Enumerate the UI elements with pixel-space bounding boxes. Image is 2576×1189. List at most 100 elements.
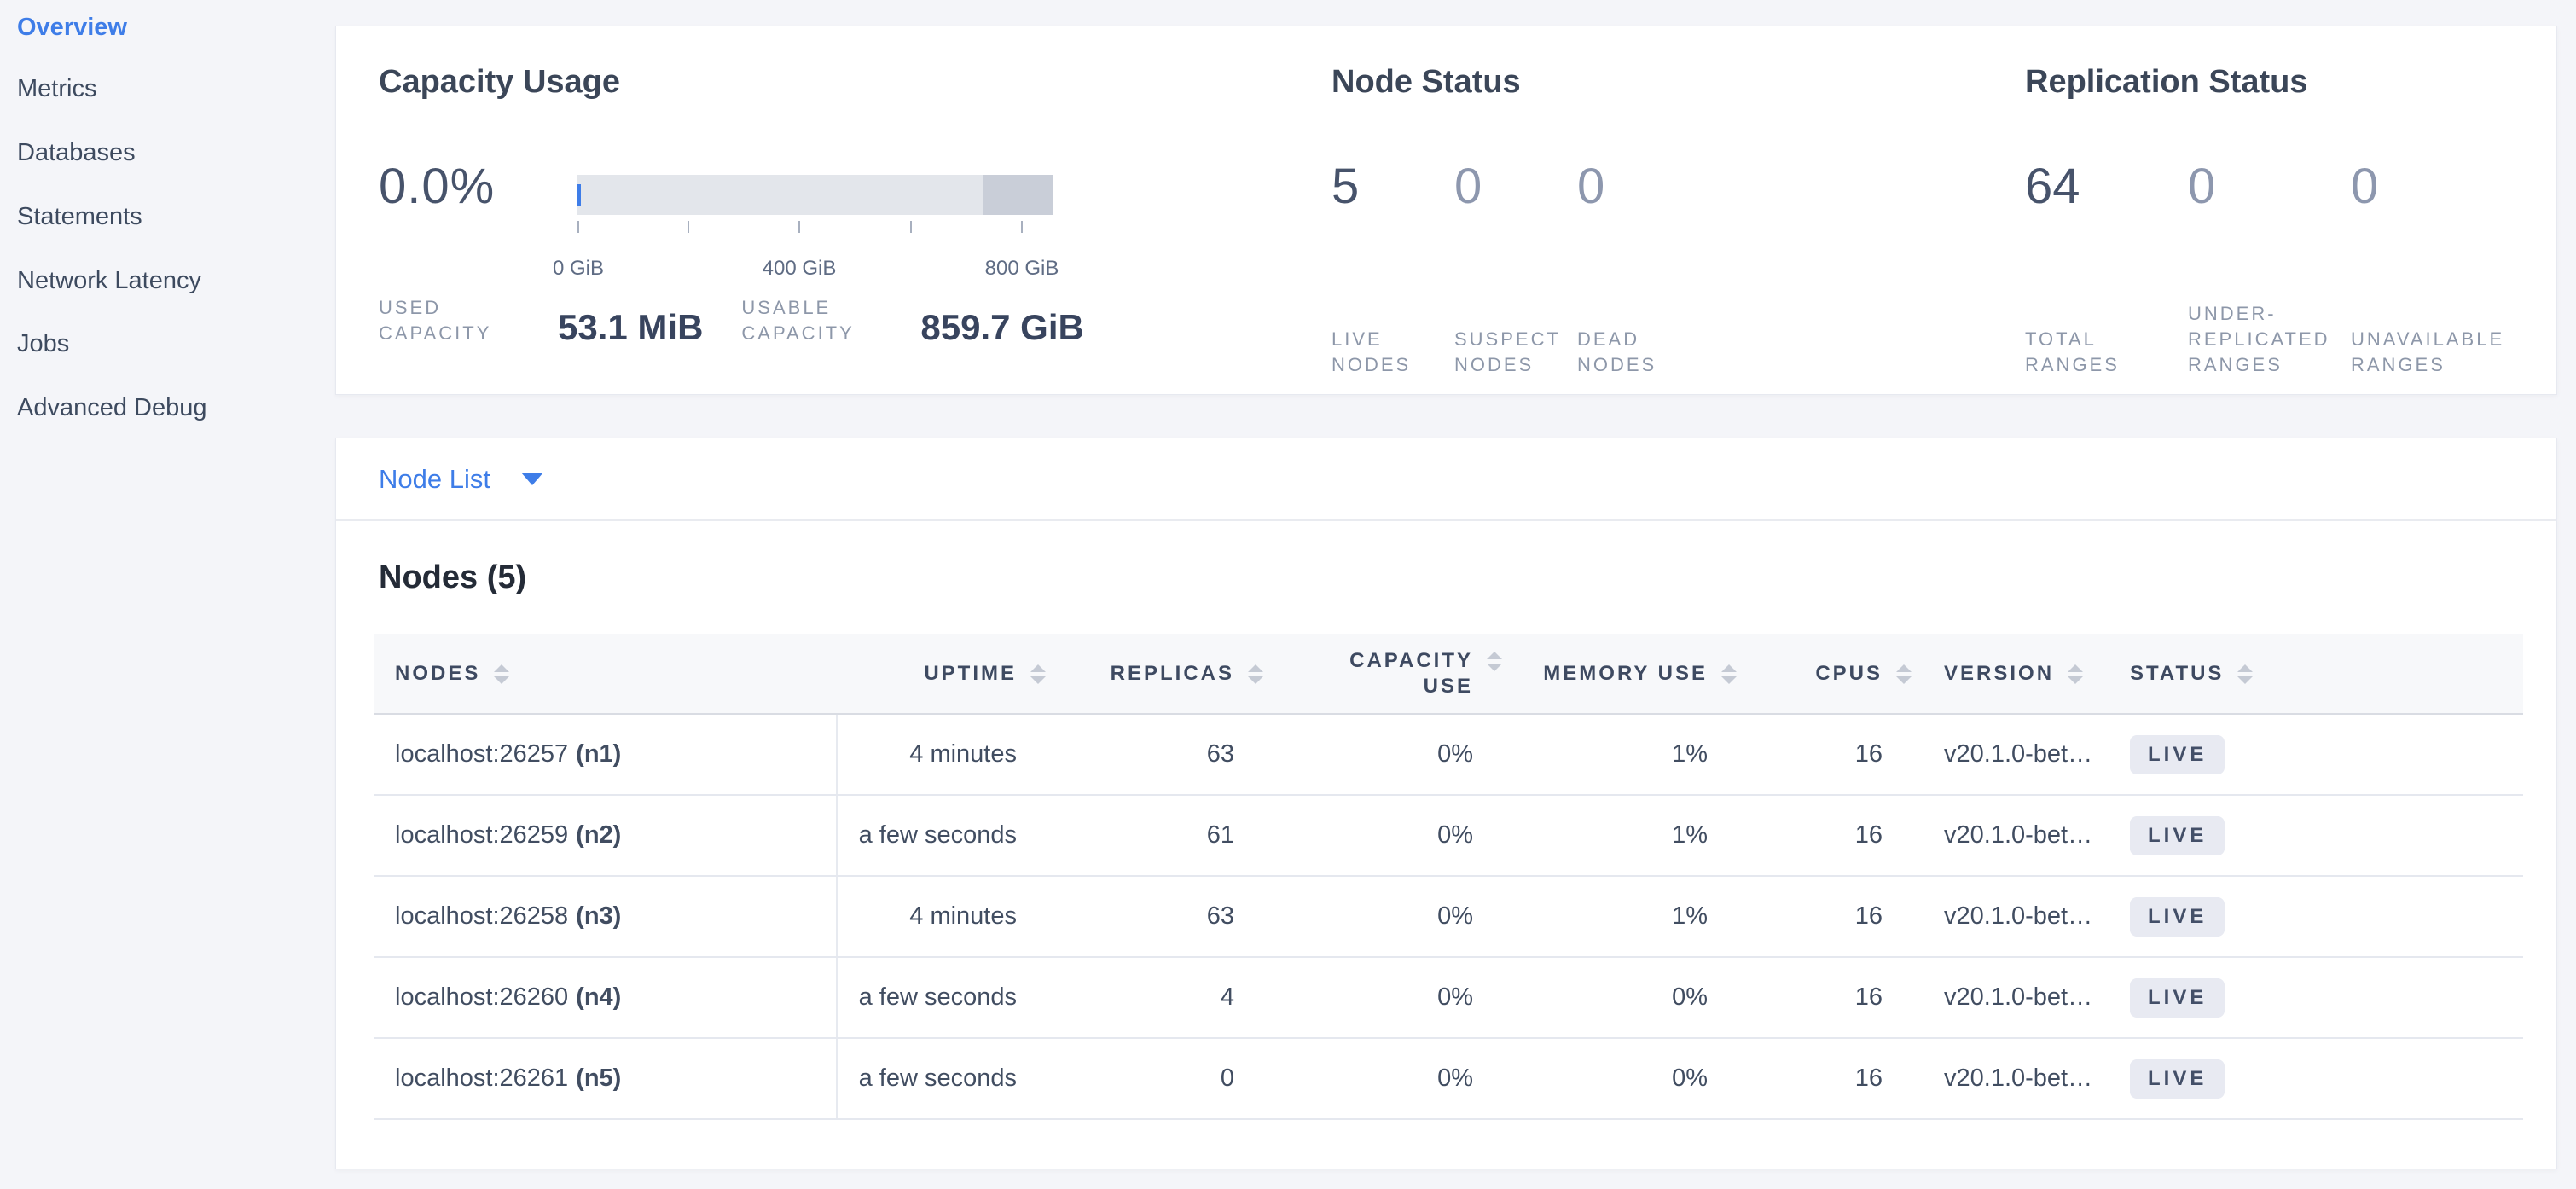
node-id: (n3) <box>576 902 621 930</box>
nodes-table-title: Nodes (5) <box>379 560 526 596</box>
column-label: REPLICAS <box>1111 662 1234 685</box>
capacity-use-cell: 0% <box>1263 1038 1502 1119</box>
capacity-use-cell: 0% <box>1263 957 1502 1038</box>
suspect-nodes-label: SUSPECT NODES <box>1454 327 1577 378</box>
sidebar-item-metrics[interactable]: Metrics <box>17 68 96 109</box>
column-label: NODES <box>395 662 480 685</box>
node-address-link[interactable]: localhost:26261 <box>395 1064 568 1092</box>
column-header-capacity-use[interactable]: CAPACITY USE <box>1263 634 1502 714</box>
view-selector-label: Node List <box>379 464 490 495</box>
uptime-cell: a few seconds <box>837 1038 1046 1119</box>
total-ranges-value: 64 <box>2025 160 2188 214</box>
sidebar-item-network-latency[interactable]: Network Latency <box>17 260 201 301</box>
sort-icon <box>2237 664 2253 684</box>
column-label: CPUS <box>1815 662 1883 685</box>
gauge-tick <box>910 221 912 233</box>
gauge-tick-label: 400 GiB <box>763 257 837 281</box>
used-capacity-label: USED CAPACITY <box>379 295 532 346</box>
node-address-link[interactable]: localhost:26259 <box>395 821 568 849</box>
dead-nodes-stat: 0 DEAD NODES <box>1577 160 1700 378</box>
memory-use-cell: 1% <box>1502 714 1737 795</box>
view-selector-bar: Node List <box>336 438 2556 521</box>
capacity-usage-title: Capacity Usage <box>379 62 620 102</box>
column-header-status[interactable]: STATUS <box>2108 634 2523 714</box>
table-row: localhost:26258(n3) 4 minutes 63 0% 1% 1… <box>374 876 2523 957</box>
unavailable-ranges-label: UNAVAILABLE RANGES <box>2351 327 2514 378</box>
under-replicated-ranges-stat: 0 UNDER- REPLICATED RANGES <box>2188 160 2351 378</box>
node-status-title: Node Status <box>1332 62 1521 102</box>
node-list-card: Node List Nodes (5) NODES UPTIME <box>335 438 2557 1169</box>
under-replicated-ranges-value: 0 <box>2188 160 2351 214</box>
column-header-memory-use[interactable]: MEMORY USE <box>1502 634 1737 714</box>
replicas-cell: 0 <box>1046 1038 1263 1119</box>
gauge-tick <box>577 221 579 233</box>
dead-nodes-value: 0 <box>1577 160 1700 214</box>
capacity-details: USED CAPACITY 53.1 MiB USABLE CAPACITY 8… <box>379 295 1084 346</box>
column-label: UPTIME <box>924 662 1017 685</box>
table-row: localhost:26257(n1) 4 minutes 63 0% 1% 1… <box>374 714 2523 795</box>
nodes-table: NODES UPTIME REPLICAS CAPACITY USE MEMOR… <box>374 634 2523 1120</box>
uptime-cell: 4 minutes <box>837 714 1046 795</box>
column-header-nodes[interactable]: NODES <box>374 634 837 714</box>
capacity-gauge-reserved-segment <box>983 175 1053 215</box>
suspect-nodes-value: 0 <box>1454 160 1577 214</box>
unavailable-ranges-stat: 0 UNAVAILABLE RANGES <box>2351 160 2514 378</box>
sidebar: Overview Metrics Databases Statements Ne… <box>0 0 335 1189</box>
replicas-cell: 63 <box>1046 714 1263 795</box>
total-ranges-stat: 64 TOTAL RANGES <box>2025 160 2188 378</box>
column-header-version[interactable]: VERSION <box>1912 634 2108 714</box>
node-id: (n2) <box>576 821 621 849</box>
capacity-used-percent: 0.0% <box>379 160 495 214</box>
capacity-gauge: 0 GiB 400 GiB 800 GiB <box>577 175 1053 215</box>
capacity-use-cell: 0% <box>1263 876 1502 957</box>
dead-nodes-label: DEAD NODES <box>1577 327 1700 378</box>
used-capacity-value: 53.1 MiB <box>558 309 703 346</box>
live-nodes-label: LIVE NODES <box>1332 327 1454 378</box>
live-nodes-stat: 5 LIVE NODES <box>1332 160 1454 378</box>
version-cell: v20.1.0-bet… <box>1912 876 2108 957</box>
node-address-link[interactable]: localhost:26258 <box>395 902 568 930</box>
node-address-link[interactable]: localhost:26257 <box>395 740 568 768</box>
cpus-cell: 16 <box>1737 795 1912 876</box>
view-selector-dropdown[interactable]: Node List <box>379 464 543 495</box>
sidebar-item-advanced-debug[interactable]: Advanced Debug <box>17 387 207 428</box>
sort-icon <box>1487 652 1502 671</box>
sidebar-item-databases[interactable]: Databases <box>17 132 136 173</box>
live-nodes-value: 5 <box>1332 160 1454 214</box>
capacity-usage-panel: Capacity Usage 0.0% 0 GiB 400 GiB 800 Gi… <box>379 26 1053 394</box>
status-badge: LIVE <box>2130 978 2225 1018</box>
memory-use-cell: 0% <box>1502 957 1737 1038</box>
column-label: CAPACITY USE <box>1349 649 1473 698</box>
column-label: VERSION <box>1944 662 2054 685</box>
cluster-summary-card: Capacity Usage 0.0% 0 GiB 400 GiB 800 Gi… <box>335 26 2557 395</box>
sort-icon <box>494 664 509 684</box>
version-cell: v20.1.0-bet… <box>1912 1038 2108 1119</box>
version-cell: v20.1.0-bet… <box>1912 957 2108 1038</box>
column-header-uptime[interactable]: UPTIME <box>837 634 1046 714</box>
gauge-tick <box>1021 221 1023 233</box>
status-badge: LIVE <box>2130 1059 2225 1099</box>
replication-status-panel: Replication Status 64 TOTAL RANGES 0 UND… <box>2025 26 2558 394</box>
version-cell: v20.1.0-bet… <box>1912 795 2108 876</box>
used-capacity-stat: USED CAPACITY 53.1 MiB <box>379 295 703 346</box>
cpus-cell: 16 <box>1737 1038 1912 1119</box>
node-id: (n1) <box>576 740 621 768</box>
uptime-cell: a few seconds <box>837 795 1046 876</box>
sidebar-item-statements[interactable]: Statements <box>17 196 142 237</box>
column-header-replicas[interactable]: REPLICAS <box>1046 634 1263 714</box>
column-header-cpus[interactable]: CPUS <box>1737 634 1912 714</box>
chevron-down-icon <box>521 473 543 485</box>
usable-capacity-label: USABLE CAPACITY <box>741 295 895 346</box>
node-address-link[interactable]: localhost:26260 <box>395 983 568 1011</box>
unavailable-ranges-value: 0 <box>2351 160 2514 214</box>
cpus-cell: 16 <box>1737 957 1912 1038</box>
sidebar-item-overview[interactable]: Overview <box>17 7 127 48</box>
table-row: localhost:26261(n5) a few seconds 0 0% 0… <box>374 1038 2523 1119</box>
replication-stats: 64 TOTAL RANGES 0 UNDER- REPLICATED RANG… <box>2025 160 2514 378</box>
capacity-use-cell: 0% <box>1263 795 1502 876</box>
sidebar-item-jobs[interactable]: Jobs <box>17 323 69 364</box>
capacity-used-marker <box>577 184 581 206</box>
table-row: localhost:26259(n2) a few seconds 61 0% … <box>374 795 2523 876</box>
gauge-tick <box>798 221 800 233</box>
replication-status-title: Replication Status <box>2025 62 2308 102</box>
